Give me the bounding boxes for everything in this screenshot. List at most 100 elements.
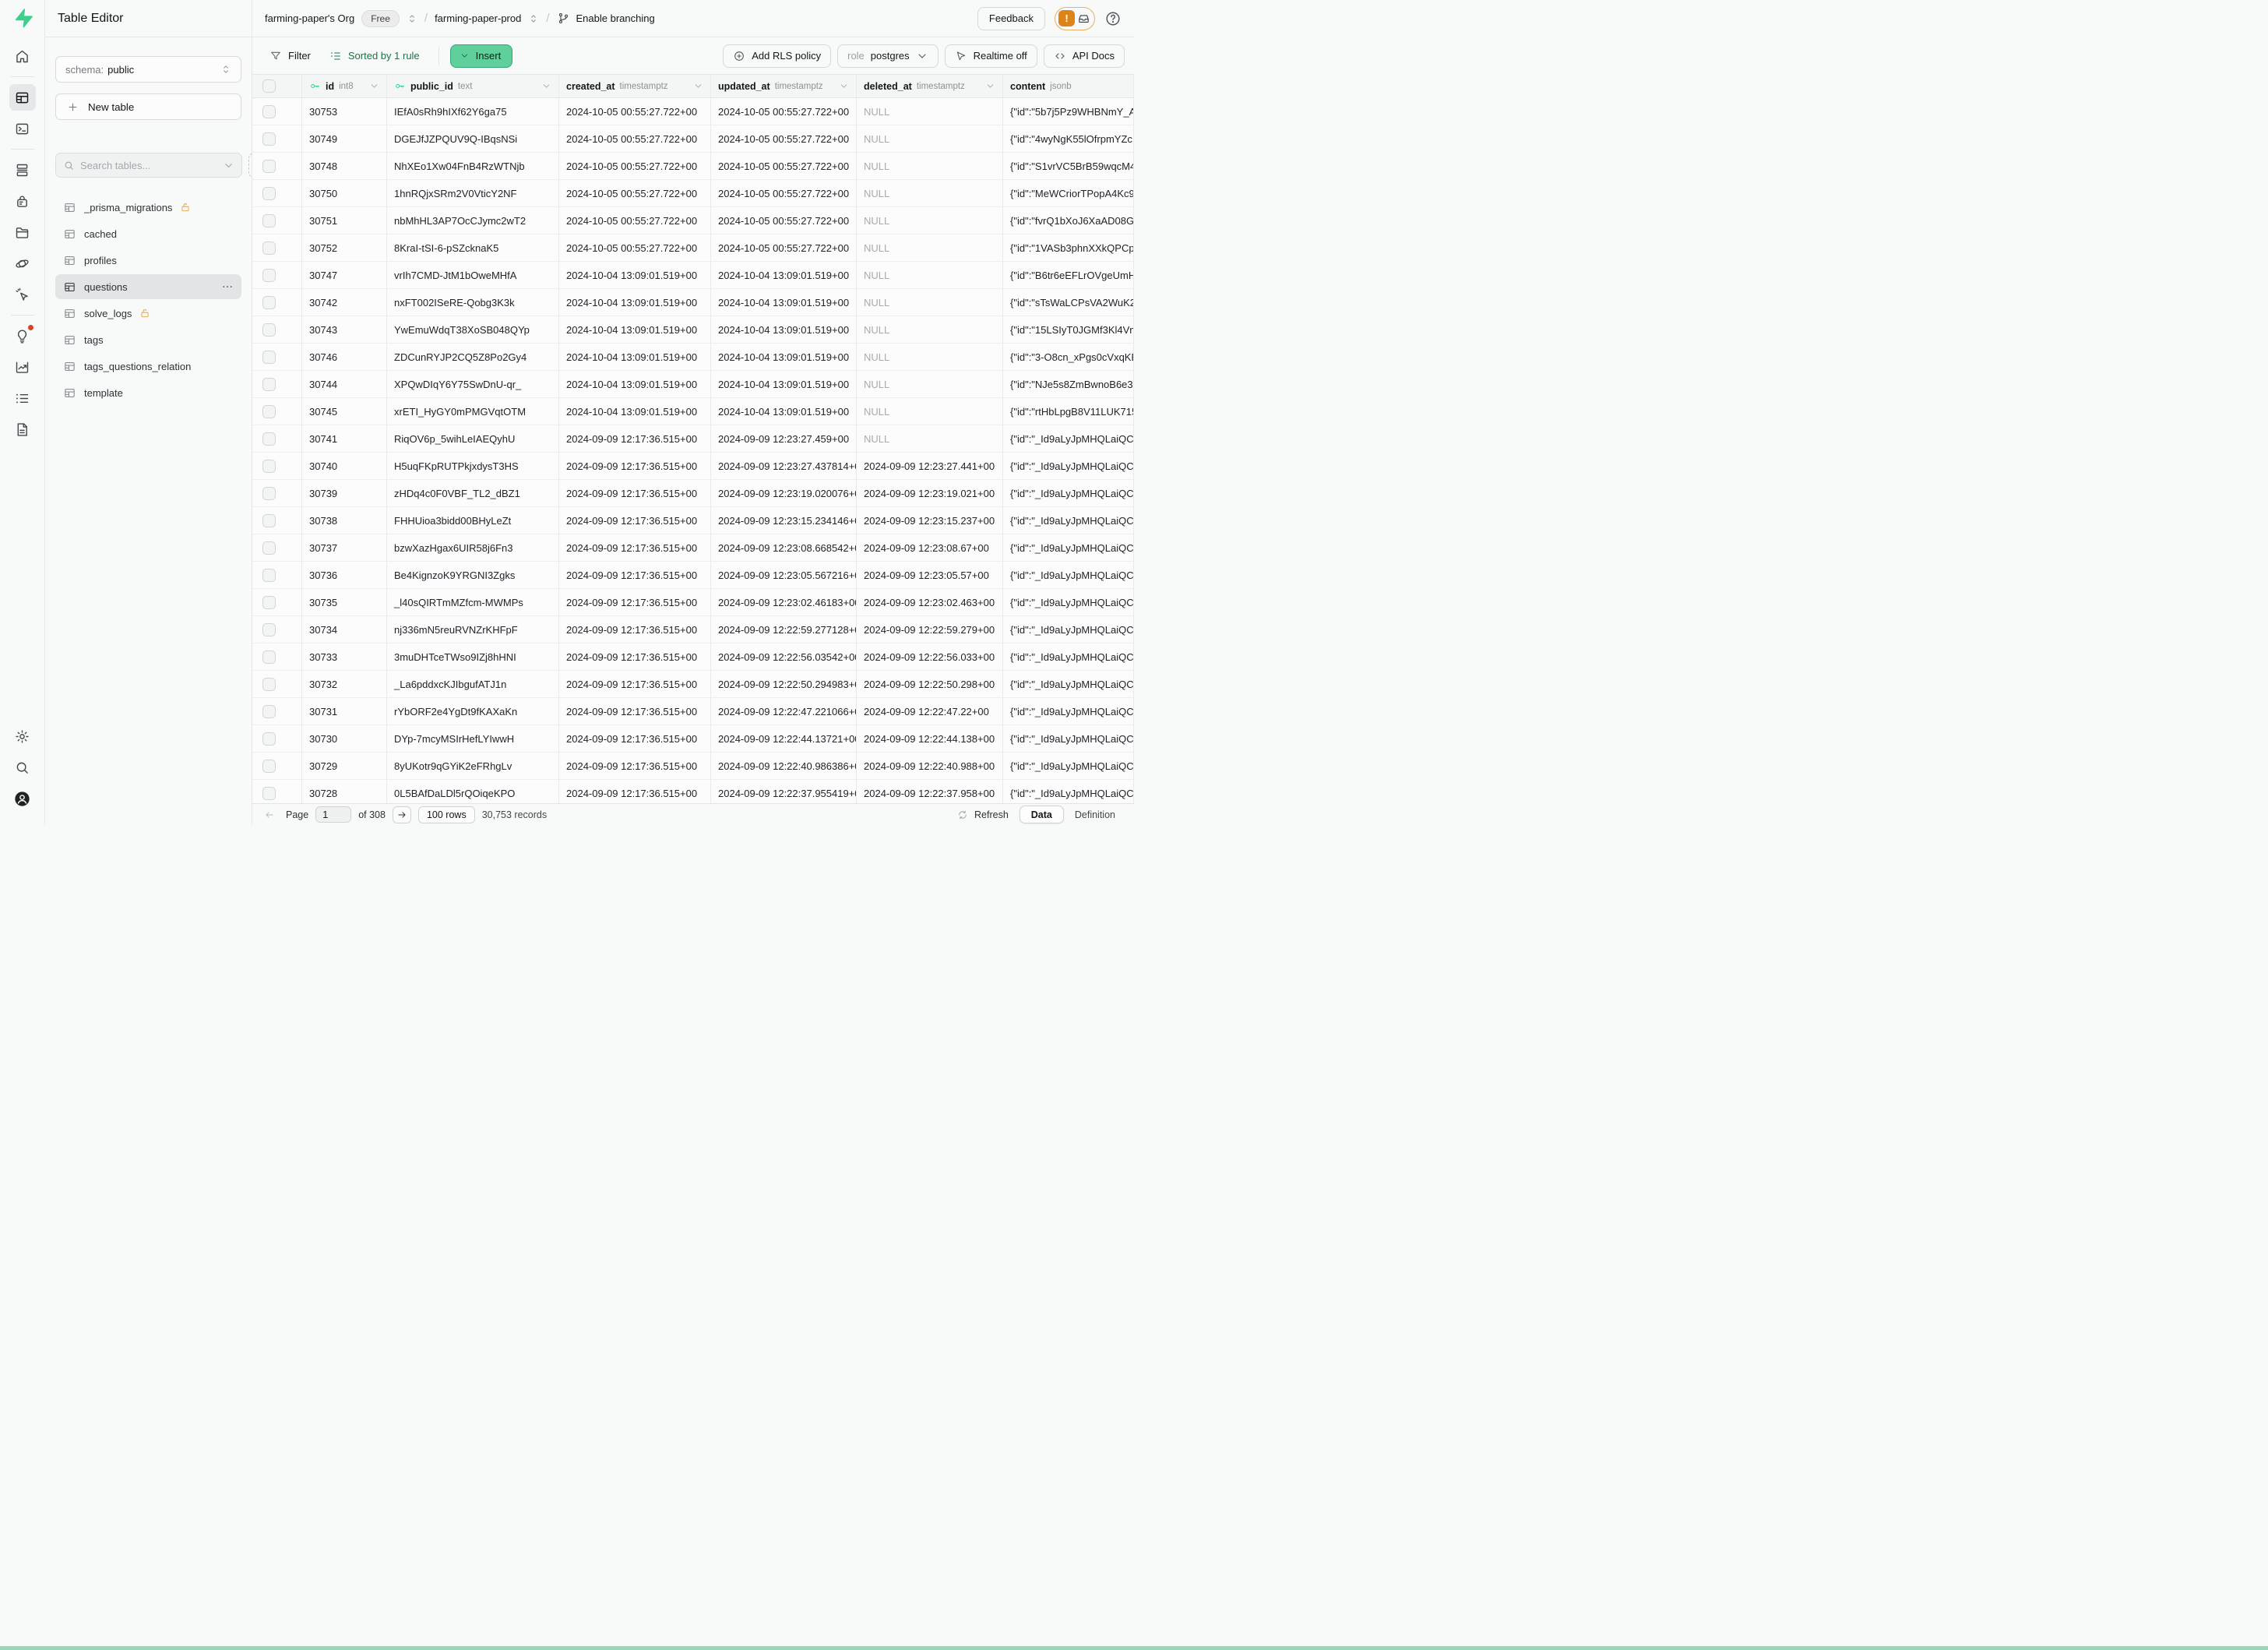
- cell-public_id[interactable]: ZDCunRYJP2CQ5Z8Po2Gy4: [387, 344, 559, 370]
- cell-deleted_at[interactable]: NULL: [857, 398, 1003, 425]
- cell-updated_at[interactable]: 2024-10-05 00:55:27.722+00: [711, 125, 857, 152]
- row-select-cell[interactable]: [252, 480, 302, 506]
- cell-public_id[interactable]: 3muDHTceTWso9IZj8hHNI: [387, 643, 559, 670]
- row-select-cell[interactable]: [252, 180, 302, 206]
- next-page-button[interactable]: [393, 806, 411, 823]
- cell-id[interactable]: 30745: [302, 398, 387, 425]
- cell-id[interactable]: 30731: [302, 698, 387, 725]
- cell-public_id[interactable]: bzwXazHgax6UIR58j6Fn3: [387, 534, 559, 561]
- cell-updated_at[interactable]: 2024-10-04 13:09:01.519+00: [711, 289, 857, 316]
- cell-created_at[interactable]: 2024-09-09 12:17:36.515+00: [559, 562, 711, 588]
- cell-public_id[interactable]: XPQwDIqY6Y75SwDnU-qr_: [387, 371, 559, 397]
- cell-created_at[interactable]: 2024-10-05 00:55:27.722+00: [559, 153, 711, 179]
- cell-id[interactable]: 30733: [302, 643, 387, 670]
- row-select-cell[interactable]: [252, 562, 302, 588]
- cell-deleted_at[interactable]: 2024-09-09 12:22:47.22+00: [857, 698, 1003, 725]
- sidebar-table-questions[interactable]: questions: [55, 274, 241, 299]
- cell-id[interactable]: 30747: [302, 262, 387, 288]
- cell-updated_at[interactable]: 2024-10-04 13:09:01.519+00: [711, 398, 857, 425]
- cell-updated_at[interactable]: 2024-09-09 12:23:27.437814+00: [711, 453, 857, 479]
- row-checkbox[interactable]: [262, 787, 276, 800]
- cell-created_at[interactable]: 2024-10-04 13:09:01.519+00: [559, 398, 711, 425]
- row-select-cell[interactable]: [252, 398, 302, 425]
- rail-item-home[interactable]: [9, 43, 36, 69]
- sidebar-table-profiles[interactable]: profiles: [55, 248, 241, 273]
- cell-deleted_at[interactable]: 2024-09-09 12:22:50.298+00: [857, 671, 1003, 697]
- column-header-content[interactable]: contentjsonb: [1003, 75, 1134, 97]
- cell-deleted_at[interactable]: NULL: [857, 234, 1003, 261]
- cell-content[interactable]: {"id":"_Id9aLyJpMHQLaiQC: [1003, 616, 1134, 643]
- cell-created_at[interactable]: 2024-10-05 00:55:27.722+00: [559, 234, 711, 261]
- cell-content[interactable]: {"id":"_Id9aLyJpMHQLaiQC: [1003, 753, 1134, 779]
- cell-public_id[interactable]: nj336mN5reuRVNZrKHFpF: [387, 616, 559, 643]
- cell-public_id[interactable]: rYbORF2e4YgDt9fKAXaKn: [387, 698, 559, 725]
- cell-public_id[interactable]: 0L5BAfDaLDl5rQOiqeKPO: [387, 780, 559, 803]
- chevron-down-icon[interactable]: [839, 81, 849, 91]
- cell-content[interactable]: {"id":"_Id9aLyJpMHQLaiQC: [1003, 725, 1134, 752]
- row-select-cell[interactable]: [252, 344, 302, 370]
- cell-public_id[interactable]: 8KraI-tSI-6-pSZcknaK5: [387, 234, 559, 261]
- cell-content[interactable]: {"id":"_Id9aLyJpMHQLaiQC: [1003, 780, 1134, 803]
- cell-updated_at[interactable]: 2024-10-05 00:55:27.722+00: [711, 98, 857, 125]
- cell-updated_at[interactable]: 2024-09-09 12:23:27.459+00: [711, 425, 857, 452]
- cell-updated_at[interactable]: 2024-10-05 00:55:27.722+00: [711, 153, 857, 179]
- row-checkbox[interactable]: [262, 105, 276, 118]
- column-header-public_id[interactable]: public_idtext: [387, 75, 559, 97]
- cell-deleted_at[interactable]: NULL: [857, 289, 1003, 316]
- row-checkbox[interactable]: [262, 432, 276, 446]
- row-select-cell[interactable]: [252, 643, 302, 670]
- cell-public_id[interactable]: DYp-7mcyMSIrHefLYIwwH: [387, 725, 559, 752]
- cell-content[interactable]: {"id":"MeWCriorTPopA4Kc9: [1003, 180, 1134, 206]
- row-checkbox[interactable]: [262, 160, 276, 173]
- cell-updated_at[interactable]: 2024-10-05 00:55:27.722+00: [711, 234, 857, 261]
- column-header-id[interactable]: idint8: [302, 75, 387, 97]
- cell-deleted_at[interactable]: 2024-09-09 12:22:44.138+00: [857, 725, 1003, 752]
- cell-public_id[interactable]: NhXEo1Xw04FnB4RzWTNjb: [387, 153, 559, 179]
- cell-content[interactable]: {"id":"_Id9aLyJpMHQLaiQC: [1003, 453, 1134, 479]
- rail-item-search[interactable]: [9, 754, 36, 781]
- row-checkbox[interactable]: [262, 187, 276, 200]
- cell-id[interactable]: 30749: [302, 125, 387, 152]
- cell-id[interactable]: 30746: [302, 344, 387, 370]
- cell-content[interactable]: {"id":"1VASb3phnXXkQPCpw: [1003, 234, 1134, 261]
- cell-content[interactable]: {"id":"15LSIyT0JGMf3Kl4Vn: [1003, 316, 1134, 343]
- cell-public_id[interactable]: 8yUKotr9qGYiK2eFRhgLv: [387, 753, 559, 779]
- cell-created_at[interactable]: 2024-09-09 12:17:36.515+00: [559, 780, 711, 803]
- sidebar-table-template[interactable]: template: [55, 380, 241, 405]
- cell-content[interactable]: {"id":"B6tr6eEFLrOVgeUmH: [1003, 262, 1134, 288]
- cell-deleted_at[interactable]: 2024-09-09 12:22:56.033+00: [857, 643, 1003, 670]
- cell-content[interactable]: {"id":"rtHbLpgB8V11LUK715: [1003, 398, 1134, 425]
- cell-id[interactable]: 30730: [302, 725, 387, 752]
- cell-updated_at[interactable]: 2024-09-09 12:23:02.46183+00: [711, 589, 857, 615]
- cell-created_at[interactable]: 2024-09-09 12:17:36.515+00: [559, 425, 711, 452]
- cell-created_at[interactable]: 2024-10-04 13:09:01.519+00: [559, 289, 711, 316]
- breadcrumb-project[interactable]: farming-paper-prod: [435, 12, 521, 24]
- cell-deleted_at[interactable]: NULL: [857, 98, 1003, 125]
- cell-id[interactable]: 30751: [302, 207, 387, 234]
- refresh-button[interactable]: Refresh: [957, 809, 1009, 820]
- cell-deleted_at[interactable]: NULL: [857, 125, 1003, 152]
- supabase-logo[interactable]: [12, 8, 33, 28]
- cell-content[interactable]: {"id":"_Id9aLyJpMHQLaiQC: [1003, 643, 1134, 670]
- cell-deleted_at[interactable]: NULL: [857, 207, 1003, 234]
- tab-definition[interactable]: Definition: [1064, 806, 1126, 823]
- cell-id[interactable]: 30740: [302, 453, 387, 479]
- cell-created_at[interactable]: 2024-09-09 12:17:36.515+00: [559, 534, 711, 561]
- sort-button[interactable]: Sorted by 1 rule: [322, 44, 428, 68]
- cell-deleted_at[interactable]: NULL: [857, 425, 1003, 452]
- select-all-cell[interactable]: [252, 75, 302, 97]
- row-select-cell[interactable]: [252, 725, 302, 752]
- realtime-toggle-button[interactable]: Realtime off: [945, 44, 1037, 68]
- cell-content[interactable]: {"id":"3-O8cn_xPgs0cVxqKE: [1003, 344, 1134, 370]
- cell-deleted_at[interactable]: NULL: [857, 180, 1003, 206]
- cell-id[interactable]: 30743: [302, 316, 387, 343]
- cell-created_at[interactable]: 2024-10-05 00:55:27.722+00: [559, 98, 711, 125]
- cell-updated_at[interactable]: 2024-09-09 12:23:15.234146+00: [711, 507, 857, 534]
- search-tables-input[interactable]: [80, 160, 217, 171]
- role-select[interactable]: role postgres: [837, 44, 939, 68]
- cell-created_at[interactable]: 2024-10-04 13:09:01.519+00: [559, 371, 711, 397]
- cell-public_id[interactable]: H5uqFKpRUTPkjxdysT3HS: [387, 453, 559, 479]
- row-checkbox[interactable]: [262, 514, 276, 527]
- cell-created_at[interactable]: 2024-09-09 12:17:36.515+00: [559, 480, 711, 506]
- rail-item-sql-editor[interactable]: [9, 115, 36, 142]
